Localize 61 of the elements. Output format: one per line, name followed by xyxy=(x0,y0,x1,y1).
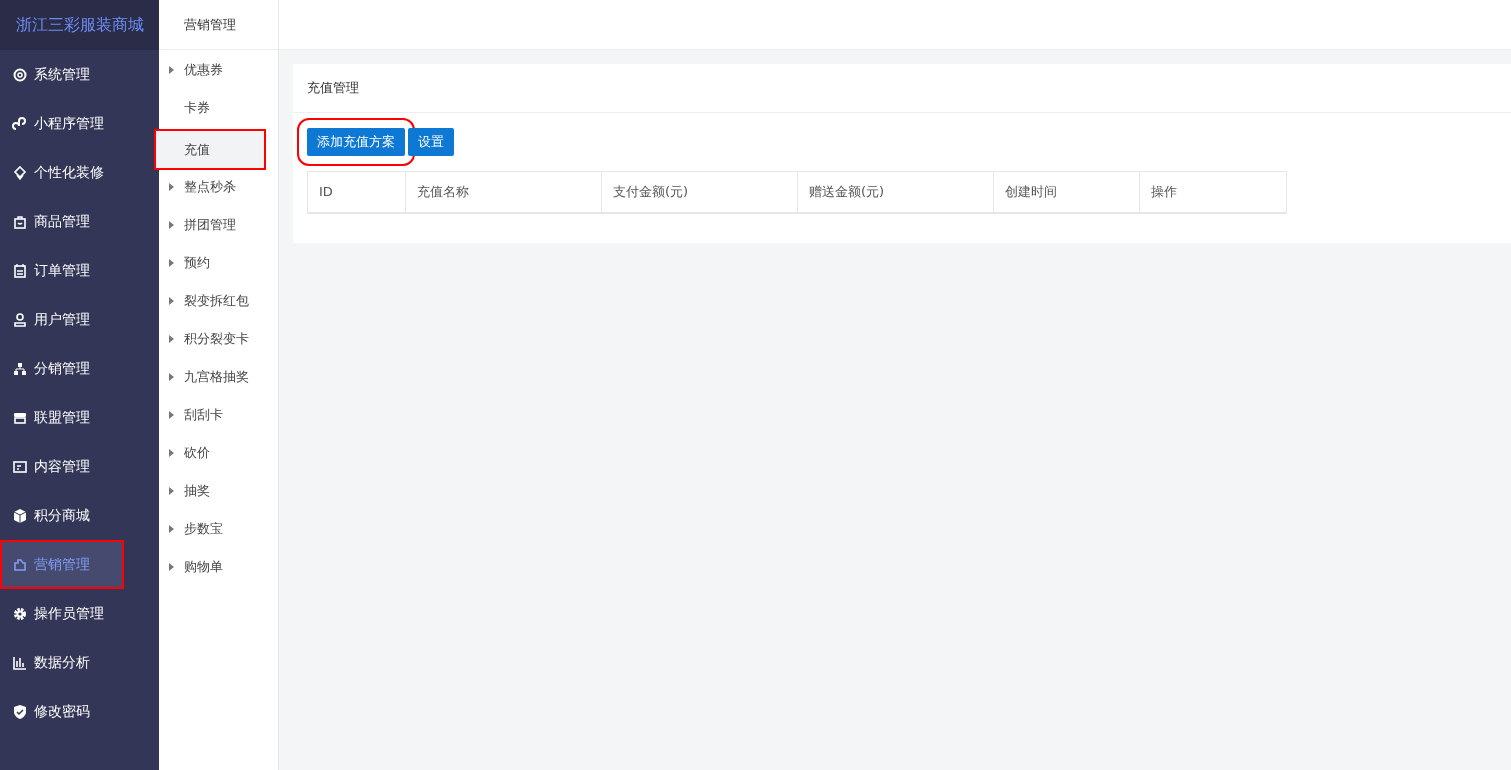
submenu-item[interactable]: 卡券 xyxy=(159,89,278,127)
nav-item[interactable]: 内容管理 xyxy=(0,442,159,491)
expand-arrow-icon xyxy=(169,563,174,571)
submenu-item[interactable]: 拼团管理 xyxy=(159,206,278,244)
submenu-item[interactable]: 整点秒杀 xyxy=(159,168,278,206)
column-header: 创建时间 xyxy=(993,171,1140,213)
column-header: 支付金额(元) xyxy=(601,171,798,213)
submenu-item[interactable]: 九宫格抽奖 xyxy=(159,358,278,396)
submenu-item[interactable]: 步数宝 xyxy=(159,510,278,548)
nav-item[interactable]: 积分商城 xyxy=(0,491,159,540)
expand-arrow-icon xyxy=(169,487,174,495)
nav-icon xyxy=(12,703,28,720)
nav-item[interactable]: 订单管理 xyxy=(0,246,159,295)
submenu-item[interactable]: 充值 xyxy=(154,129,266,170)
expand-arrow-icon xyxy=(169,297,174,305)
action-button[interactable]: 添加充值方案 xyxy=(307,128,405,156)
nav-icon xyxy=(12,458,28,475)
submenu-item[interactable]: 优惠券 xyxy=(159,51,278,89)
nav-item[interactable]: 用户管理 xyxy=(0,295,159,344)
action-button[interactable]: 设置 xyxy=(408,128,454,156)
expand-arrow-icon xyxy=(169,411,174,419)
nav-item[interactable]: 系统管理 xyxy=(0,50,159,99)
submenu-item[interactable]: 积分裂变卡 xyxy=(159,320,278,358)
nav-icon xyxy=(12,213,28,230)
expand-arrow-icon xyxy=(169,335,174,343)
nav-icon xyxy=(12,311,28,328)
nav-icon xyxy=(12,262,28,279)
expand-arrow-icon xyxy=(169,525,174,533)
nav-icon xyxy=(12,605,28,622)
brand-title: 浙江三彩服装商城 xyxy=(0,0,159,50)
submenu-item[interactable]: 刮刮卡 xyxy=(159,396,278,434)
nav-icon xyxy=(12,556,28,573)
nav-item[interactable]: 商品管理 xyxy=(0,197,159,246)
nav-icon xyxy=(12,360,28,377)
expand-arrow-icon xyxy=(169,259,174,267)
nav-item[interactable]: 修改密码 xyxy=(0,687,159,736)
submenu-item[interactable]: 砍价 xyxy=(159,434,278,472)
expand-arrow-icon xyxy=(169,373,174,381)
column-header: ID xyxy=(307,171,406,213)
submenu-item[interactable]: 裂变拆红包 xyxy=(159,282,278,320)
column-header: 赠送金额(元) xyxy=(797,171,994,213)
nav-item[interactable]: 分销管理 xyxy=(0,344,159,393)
nav-item[interactable]: 联盟管理 xyxy=(0,393,159,442)
nav-icon xyxy=(12,507,28,524)
nav-icon xyxy=(12,164,28,181)
nav-icon xyxy=(12,654,28,671)
column-header: 充值名称 xyxy=(405,171,602,213)
submenu-title: 营销管理 xyxy=(159,0,278,50)
nav-icon xyxy=(12,66,28,83)
expand-arrow-icon xyxy=(169,183,174,191)
expand-arrow-icon xyxy=(169,221,174,229)
submenu-item[interactable]: 预约 xyxy=(159,244,278,282)
expand-arrow-icon xyxy=(169,449,174,457)
submenu-item[interactable]: 购物单 xyxy=(159,548,278,586)
expand-arrow-icon xyxy=(169,66,174,74)
panel-title: 充值管理 xyxy=(293,64,1511,113)
nav-item[interactable]: 操作员管理 xyxy=(0,589,159,638)
column-header: 操作 xyxy=(1139,171,1287,213)
submenu-item[interactable]: 抽奖 xyxy=(159,472,278,510)
nav-icon xyxy=(12,115,28,132)
nav-item[interactable]: 数据分析 xyxy=(0,638,159,687)
